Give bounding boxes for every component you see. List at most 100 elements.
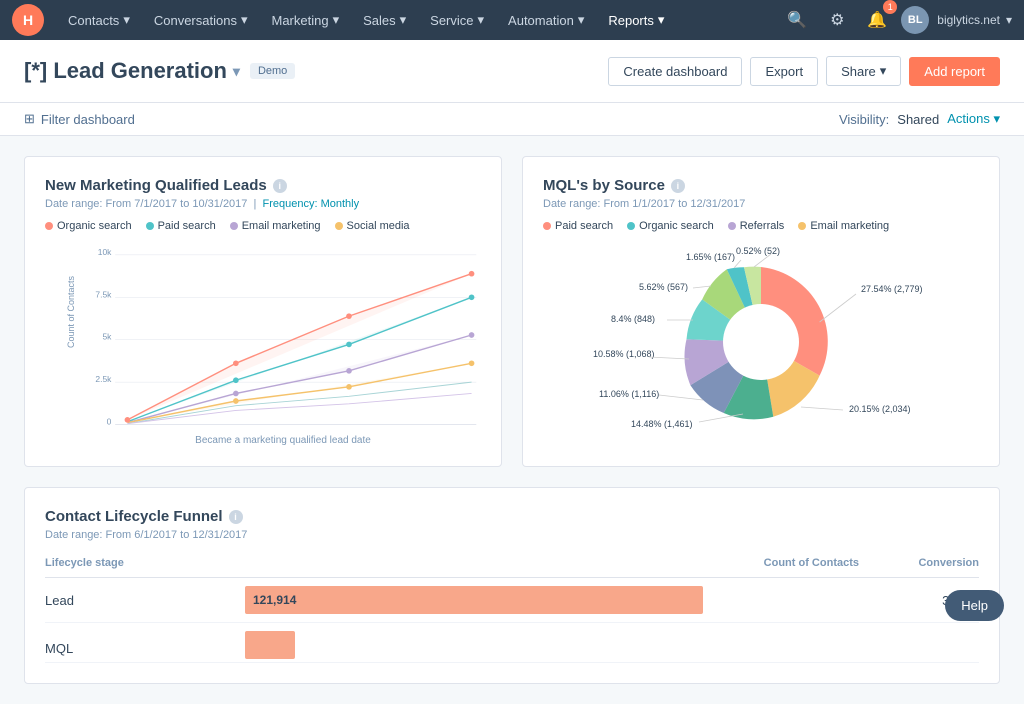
svg-text:14.48% (1,461): 14.48% (1,461)	[631, 419, 693, 429]
share-button[interactable]: Share ▾	[826, 56, 901, 86]
nav-item-marketing[interactable]: Marketing ▾	[259, 0, 351, 40]
funnel-bar-lead: 121,914	[245, 586, 703, 614]
top-navigation: H Contacts ▾ Conversations ▾ Marketing ▾…	[0, 0, 1024, 40]
funnel-card: Contact Lifecycle Funnel i Date range: F…	[24, 487, 1000, 684]
y-axis-label: Count of Contacts	[66, 276, 76, 348]
legend-dot-source-referrals	[728, 222, 736, 230]
actions-link[interactable]: Actions ▾	[947, 111, 1000, 127]
page-header: [*] Lead Generation ▾ Demo Create dashbo…	[0, 40, 1024, 103]
legend-source-referrals: Referrals	[728, 220, 785, 232]
notifications-icon[interactable]: 🔔 1	[861, 4, 893, 36]
funnel-bar-cell-mql	[245, 631, 759, 659]
svg-text:10k: 10k	[98, 247, 112, 257]
table-row: MQL	[45, 623, 979, 663]
nav-item-reports[interactable]: Reports ▾	[596, 0, 676, 40]
mql-source-title: MQL's by Source i	[543, 177, 979, 194]
mql-chart-legend: Organic search Paid search Email marketi…	[45, 220, 481, 232]
funnel-info-icon[interactable]: i	[229, 510, 243, 524]
svg-text:0: 0	[107, 417, 112, 427]
mql-chart-area: Count of Contacts 0 2.5k 5k 7.5k 10k	[45, 240, 481, 446]
legend-dot-organic	[45, 222, 53, 230]
nav-item-contacts[interactable]: Contacts ▾	[56, 0, 142, 40]
col-count-label: Count of Contacts	[759, 557, 879, 569]
nav-item-sales[interactable]: Sales ▾	[351, 0, 418, 40]
svg-text:10.58% (1,068): 10.58% (1,068)	[593, 349, 655, 359]
filter-bar: ⊞ Filter dashboard Visibility: Shared Ac…	[0, 103, 1024, 136]
nav-item-service[interactable]: Service ▾	[418, 0, 496, 40]
svg-text:8.4% (848): 8.4% (848)	[611, 314, 655, 324]
hubspot-logo[interactable]: H	[12, 4, 44, 36]
legend-dot-social	[335, 222, 343, 230]
legend-item-email: Email marketing	[230, 220, 321, 232]
legend-source-email: Email marketing	[798, 220, 889, 232]
page-title: [*] Lead Generation ▾	[24, 58, 240, 84]
row-label-lead: Lead	[45, 593, 245, 608]
legend-dot-email	[230, 222, 238, 230]
legend-item-paid: Paid search	[146, 220, 216, 232]
mql-source-info-icon[interactable]: i	[671, 179, 685, 193]
funnel-bar-cell-lead: 121,914	[245, 586, 759, 614]
main-content: New Marketing Qualified Leads i Date ran…	[0, 136, 1024, 704]
notification-badge: 1	[883, 0, 897, 14]
nav-right-controls: 🔍 ⚙ 🔔 1 BL biglytics.net ▾	[781, 4, 1012, 36]
filter-dashboard-button[interactable]: ⊞ Filter dashboard	[24, 111, 135, 127]
legend-item-social: Social media	[335, 220, 410, 232]
add-report-button[interactable]: Add report	[909, 57, 1000, 86]
svg-text:11.06% (1,116): 11.06% (1,116)	[599, 389, 659, 399]
charts-row: New Marketing Qualified Leads i Date ran…	[24, 156, 1000, 467]
col-conversion-label: Conversion	[879, 557, 979, 569]
svg-text:27.54% (2,779): 27.54% (2,779)	[861, 284, 923, 294]
help-button[interactable]: Help	[945, 590, 1004, 621]
filter-icon: ⊞	[24, 111, 35, 127]
header-actions: Create dashboard Export Share ▾ Add repo…	[608, 56, 1000, 86]
export-button[interactable]: Export	[750, 57, 818, 86]
funnel-subtitle: Date range: From 6/1/2017 to 12/31/2017	[45, 529, 979, 541]
legend-item-organic: Organic search	[45, 220, 132, 232]
page-title-area: [*] Lead Generation ▾ Demo	[24, 58, 295, 84]
mql-source-subtitle: Date range: From 1/1/2017 to 12/31/2017	[543, 198, 979, 210]
mql-chart-subtitle: Date range: From 7/1/2017 to 10/31/2017 …	[45, 198, 481, 210]
legend-source-organic: Organic search	[627, 220, 714, 232]
search-icon[interactable]: 🔍	[781, 4, 813, 36]
legend-dot-source-organic	[627, 222, 635, 230]
nav-menu: Contacts ▾ Conversations ▾ Marketing ▾ S…	[56, 0, 781, 40]
svg-text:5k: 5k	[102, 332, 112, 342]
x-axis-label: Became a marketing qualified lead date	[85, 435, 481, 446]
svg-text:0.52% (52): 0.52% (52)	[736, 246, 780, 256]
funnel-title: Contact Lifecycle Funnel i	[45, 508, 979, 525]
pie-chart-svg: 27.54% (2,779) 20.15% (2,034) 14.48% (1,…	[543, 242, 979, 442]
svg-text:H: H	[23, 12, 33, 28]
mql-source-chart-card: MQL's by Source i Date range: From 1/1/2…	[522, 156, 1000, 467]
nav-item-automation[interactable]: Automation ▾	[496, 0, 596, 40]
svg-text:7.5k: 7.5k	[95, 289, 112, 299]
mql-chart-title: New Marketing Qualified Leads i	[45, 177, 481, 194]
col-stage: Lifecycle stage	[45, 557, 245, 569]
create-dashboard-button[interactable]: Create dashboard	[608, 57, 742, 86]
svg-text:5.62% (567): 5.62% (567)	[639, 282, 688, 292]
nav-item-conversations[interactable]: Conversations ▾	[142, 0, 260, 40]
avatar[interactable]: BL	[901, 6, 929, 34]
svg-text:1.65% (167): 1.65% (167)	[686, 252, 735, 262]
mql-source-legend: Paid search Organic search Referrals Ema…	[543, 220, 979, 232]
svg-text:2.5k: 2.5k	[95, 374, 112, 384]
demo-badge: Demo	[250, 63, 295, 79]
mql-chart-info-icon[interactable]: i	[273, 179, 287, 193]
table-row: Lead 121,914 3.29%	[45, 578, 979, 623]
legend-dot-source-paid	[543, 222, 551, 230]
svg-text:20.15% (2,034): 20.15% (2,034)	[849, 404, 911, 414]
pie-chart-area: 27.54% (2,779) 20.15% (2,034) 14.48% (1,…	[543, 242, 979, 442]
funnel-table-header: Lifecycle stage Count of Contacts Conver…	[45, 557, 979, 578]
mql-line-chart-card: New Marketing Qualified Leads i Date ran…	[24, 156, 502, 467]
legend-dot-source-email	[798, 222, 806, 230]
title-dropdown-icon[interactable]: ▾	[233, 63, 240, 80]
row-label-mql: MQL	[45, 635, 245, 656]
col-count	[245, 557, 759, 569]
user-menu[interactable]: biglytics.net ▾	[937, 13, 1012, 27]
legend-source-paid: Paid search	[543, 220, 613, 232]
funnel-table: Lifecycle stage Count of Contacts Conver…	[45, 557, 979, 663]
funnel-bar-mql	[245, 631, 295, 659]
line-chart-svg: 0 2.5k 5k 7.5k 10k	[85, 240, 481, 430]
legend-dot-paid	[146, 222, 154, 230]
visibility-area: Visibility: Shared Actions ▾	[839, 111, 1000, 127]
settings-icon[interactable]: ⚙	[821, 4, 853, 36]
